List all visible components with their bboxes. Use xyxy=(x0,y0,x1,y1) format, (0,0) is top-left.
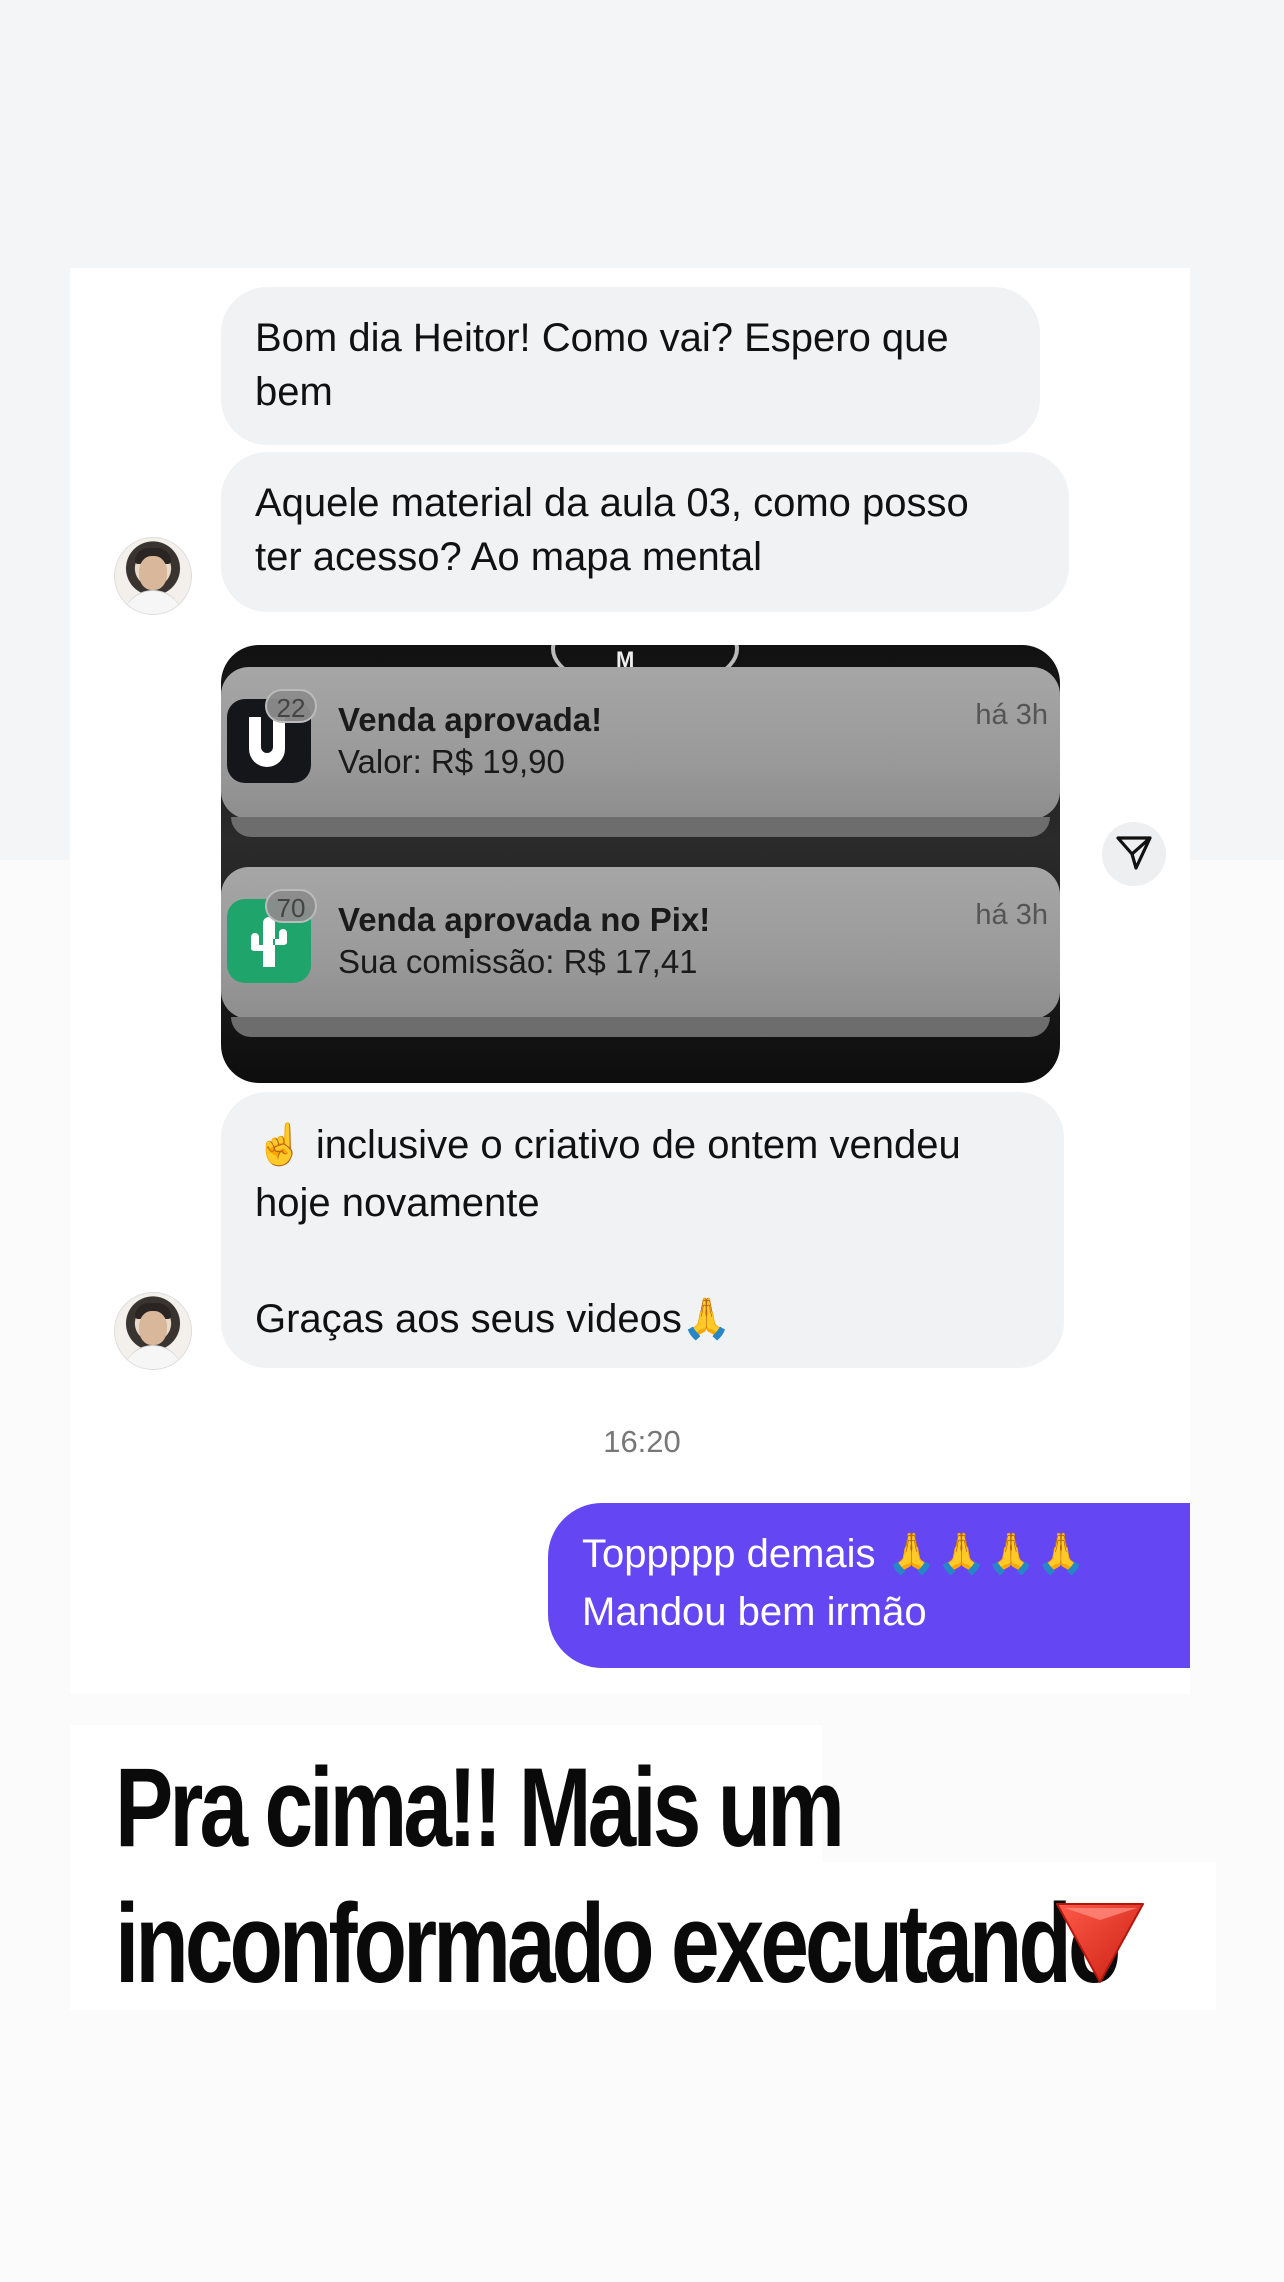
notification-count-badge: 22 xyxy=(265,689,317,723)
avatar-face xyxy=(139,556,167,590)
notification-card-1: 22 Venda aprovada! Valor: R$ 19,90 há 3h xyxy=(221,667,1060,837)
notification-title: Venda aprovada! xyxy=(338,701,603,738)
incoming-message-1[interactable]: Bom dia Heitor! Como vai? Espero que bem xyxy=(221,287,1040,445)
notification-time: há 3h xyxy=(975,899,1048,931)
message-line: ter acesso? Ao mapa mental xyxy=(255,535,762,579)
message-line: Toppppp demais 🙏🙏🙏🙏 xyxy=(582,1532,1086,1576)
caption-line: Pra cima!! Mais um xyxy=(115,1745,845,1870)
message-line: Graças aos seus videos🙏 xyxy=(255,1297,732,1341)
message-timestamp: 16:20 xyxy=(603,1424,681,1459)
notification-body: Valor: R$ 19,90 xyxy=(338,743,565,780)
message-line: Bom dia Heitor! Como vai? Espero que xyxy=(255,316,949,360)
send-icon xyxy=(1114,832,1154,877)
down-red-triangle-icon xyxy=(1051,1900,1149,1986)
outgoing-message[interactable]: Toppppp demais 🙏🙏🙏🙏 Mandou bem irmão xyxy=(548,1503,1190,1668)
message-line: ☝️ inclusive o criativo de ontem vendeu xyxy=(255,1123,961,1167)
avatar-face xyxy=(139,1311,167,1345)
message-line: Aquele material da aula 03, como posso xyxy=(255,481,969,525)
notification-stack-shadow xyxy=(231,1017,1050,1037)
message-line xyxy=(255,1232,1030,1290)
notification-title: Venda aprovada no Pix! xyxy=(338,901,711,938)
notification-time: há 3h xyxy=(975,699,1048,731)
avatar-shirt xyxy=(123,1345,183,1369)
image-attachment[interactable]: M 22 Venda aprovada! Valor: R$ 19,90 há … xyxy=(221,645,1060,1083)
notification-card-2: 70 Venda aprovada no Pix! Sua comissão: … xyxy=(221,867,1060,1037)
share-button[interactable] xyxy=(1102,822,1166,886)
message-line: hoje novamente xyxy=(255,1181,540,1225)
sender-avatar[interactable] xyxy=(114,1292,192,1370)
notification-body: Sua comissão: R$ 17,41 xyxy=(338,943,698,980)
incoming-message-3[interactable]: ☝️ inclusive o criativo de ontem vendeu … xyxy=(221,1092,1064,1368)
avatar-shirt xyxy=(123,590,183,614)
sender-avatar[interactable] xyxy=(114,537,192,615)
message-line: Mandou bem irmão xyxy=(582,1590,927,1634)
caption-line: inconformado executando xyxy=(115,1881,1121,2006)
notification-stack-shadow xyxy=(231,817,1050,837)
notification-count-badge: 70 xyxy=(265,889,317,923)
incoming-message-2[interactable]: Aquele material da aula 03, como posso t… xyxy=(221,452,1069,612)
message-line: bem xyxy=(255,370,333,414)
